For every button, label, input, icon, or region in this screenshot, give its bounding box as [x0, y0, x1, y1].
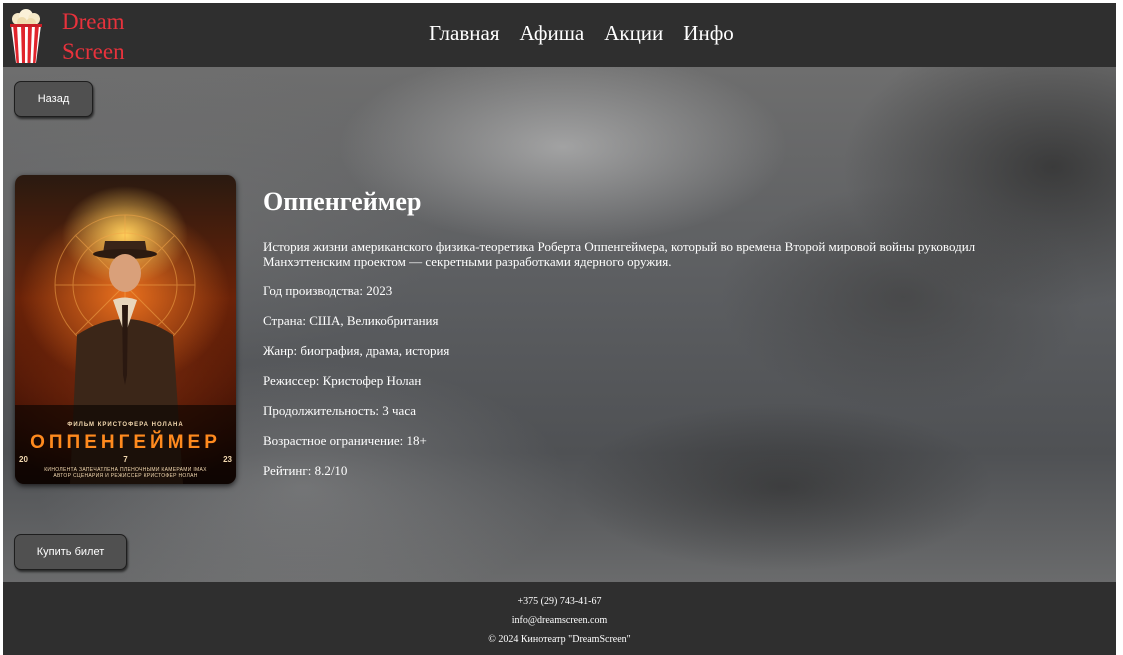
footer-phone: +375 (29) 743-41-67: [517, 596, 602, 607]
site-footer: +375 (29) 743-41-67 info@dreamscreen.com…: [3, 582, 1116, 655]
poster-director-line: ФИЛЬМ КРИСТОФЕРА НОЛАНА: [67, 422, 184, 428]
poster-date-part: 23: [223, 455, 232, 464]
poster-date: 20 7 23: [19, 455, 232, 464]
brand-line-1: Dream: [62, 9, 125, 34]
movie-rating: Рейтинг: 8.2/10: [263, 463, 348, 478]
poster-tagline: КИНОЛЕНТА ЗАПЕЧАТЛЕНА ПЛЕНОЧНЫМИ КАМЕРАМ…: [15, 467, 236, 479]
movie-genre: Жанр: биография, драма, история: [263, 343, 450, 358]
main-nav: Главная Афиша Акции Инфо: [429, 21, 734, 46]
nav-home[interactable]: Главная: [429, 21, 500, 46]
poster-date-part: 7: [123, 455, 128, 464]
page-frame: Dream Screen Главная Афиша Акции Инфо На…: [3, 3, 1116, 655]
site-header: Dream Screen Главная Афиша Акции Инфо: [3, 3, 1116, 67]
movie-country: Страна: США, Великобритания: [263, 313, 439, 328]
brand-name[interactable]: Dream Screen: [62, 7, 125, 67]
buy-ticket-button[interactable]: Купить билет: [14, 534, 127, 570]
footer-email: info@dreamscreen.com: [511, 615, 608, 626]
movie-details-section: Назад ФИЛЬМ КРИСТОФЕРА НОЛАНА ОППЕНГЕЙМЕ…: [3, 67, 1116, 582]
movie-title: Оппенгеймер: [263, 187, 422, 216]
poster-tagline-2: АВТОР СЦЕНАРИЯ И РЕЖИССЕР КРИСТОФЕР НОЛА…: [53, 473, 198, 479]
popcorn-logo-icon[interactable]: [9, 8, 43, 64]
poster-title: ОППЕНГЕЙМЕР: [30, 432, 221, 453]
movie-age-rating: Возрастное ограничение: 18+: [263, 433, 427, 448]
movie-director: Режиссер: Кристофер Нолан: [263, 373, 422, 388]
nav-schedule[interactable]: Афиша: [520, 21, 585, 46]
movie-year: Год производства: 2023: [263, 283, 393, 298]
footer-copyright: © 2024 Кинотеатр "DreamScreen": [488, 634, 631, 645]
poster-date-part: 20: [19, 455, 28, 464]
movie-duration: Продолжительность: 3 часа: [263, 403, 417, 418]
movie-info: Оппенгеймер История жизни американского …: [263, 185, 1053, 493]
brand-line-2: Screen: [62, 39, 125, 64]
nav-promotions[interactable]: Акции: [604, 21, 663, 46]
back-button[interactable]: Назад: [14, 81, 93, 117]
movie-description: История жизни американского физика-теоре…: [263, 239, 976, 269]
nav-info[interactable]: Инфо: [683, 21, 734, 46]
movie-poster: ФИЛЬМ КРИСТОФЕРА НОЛАНА ОППЕНГЕЙМЕР 20 7…: [15, 175, 236, 484]
